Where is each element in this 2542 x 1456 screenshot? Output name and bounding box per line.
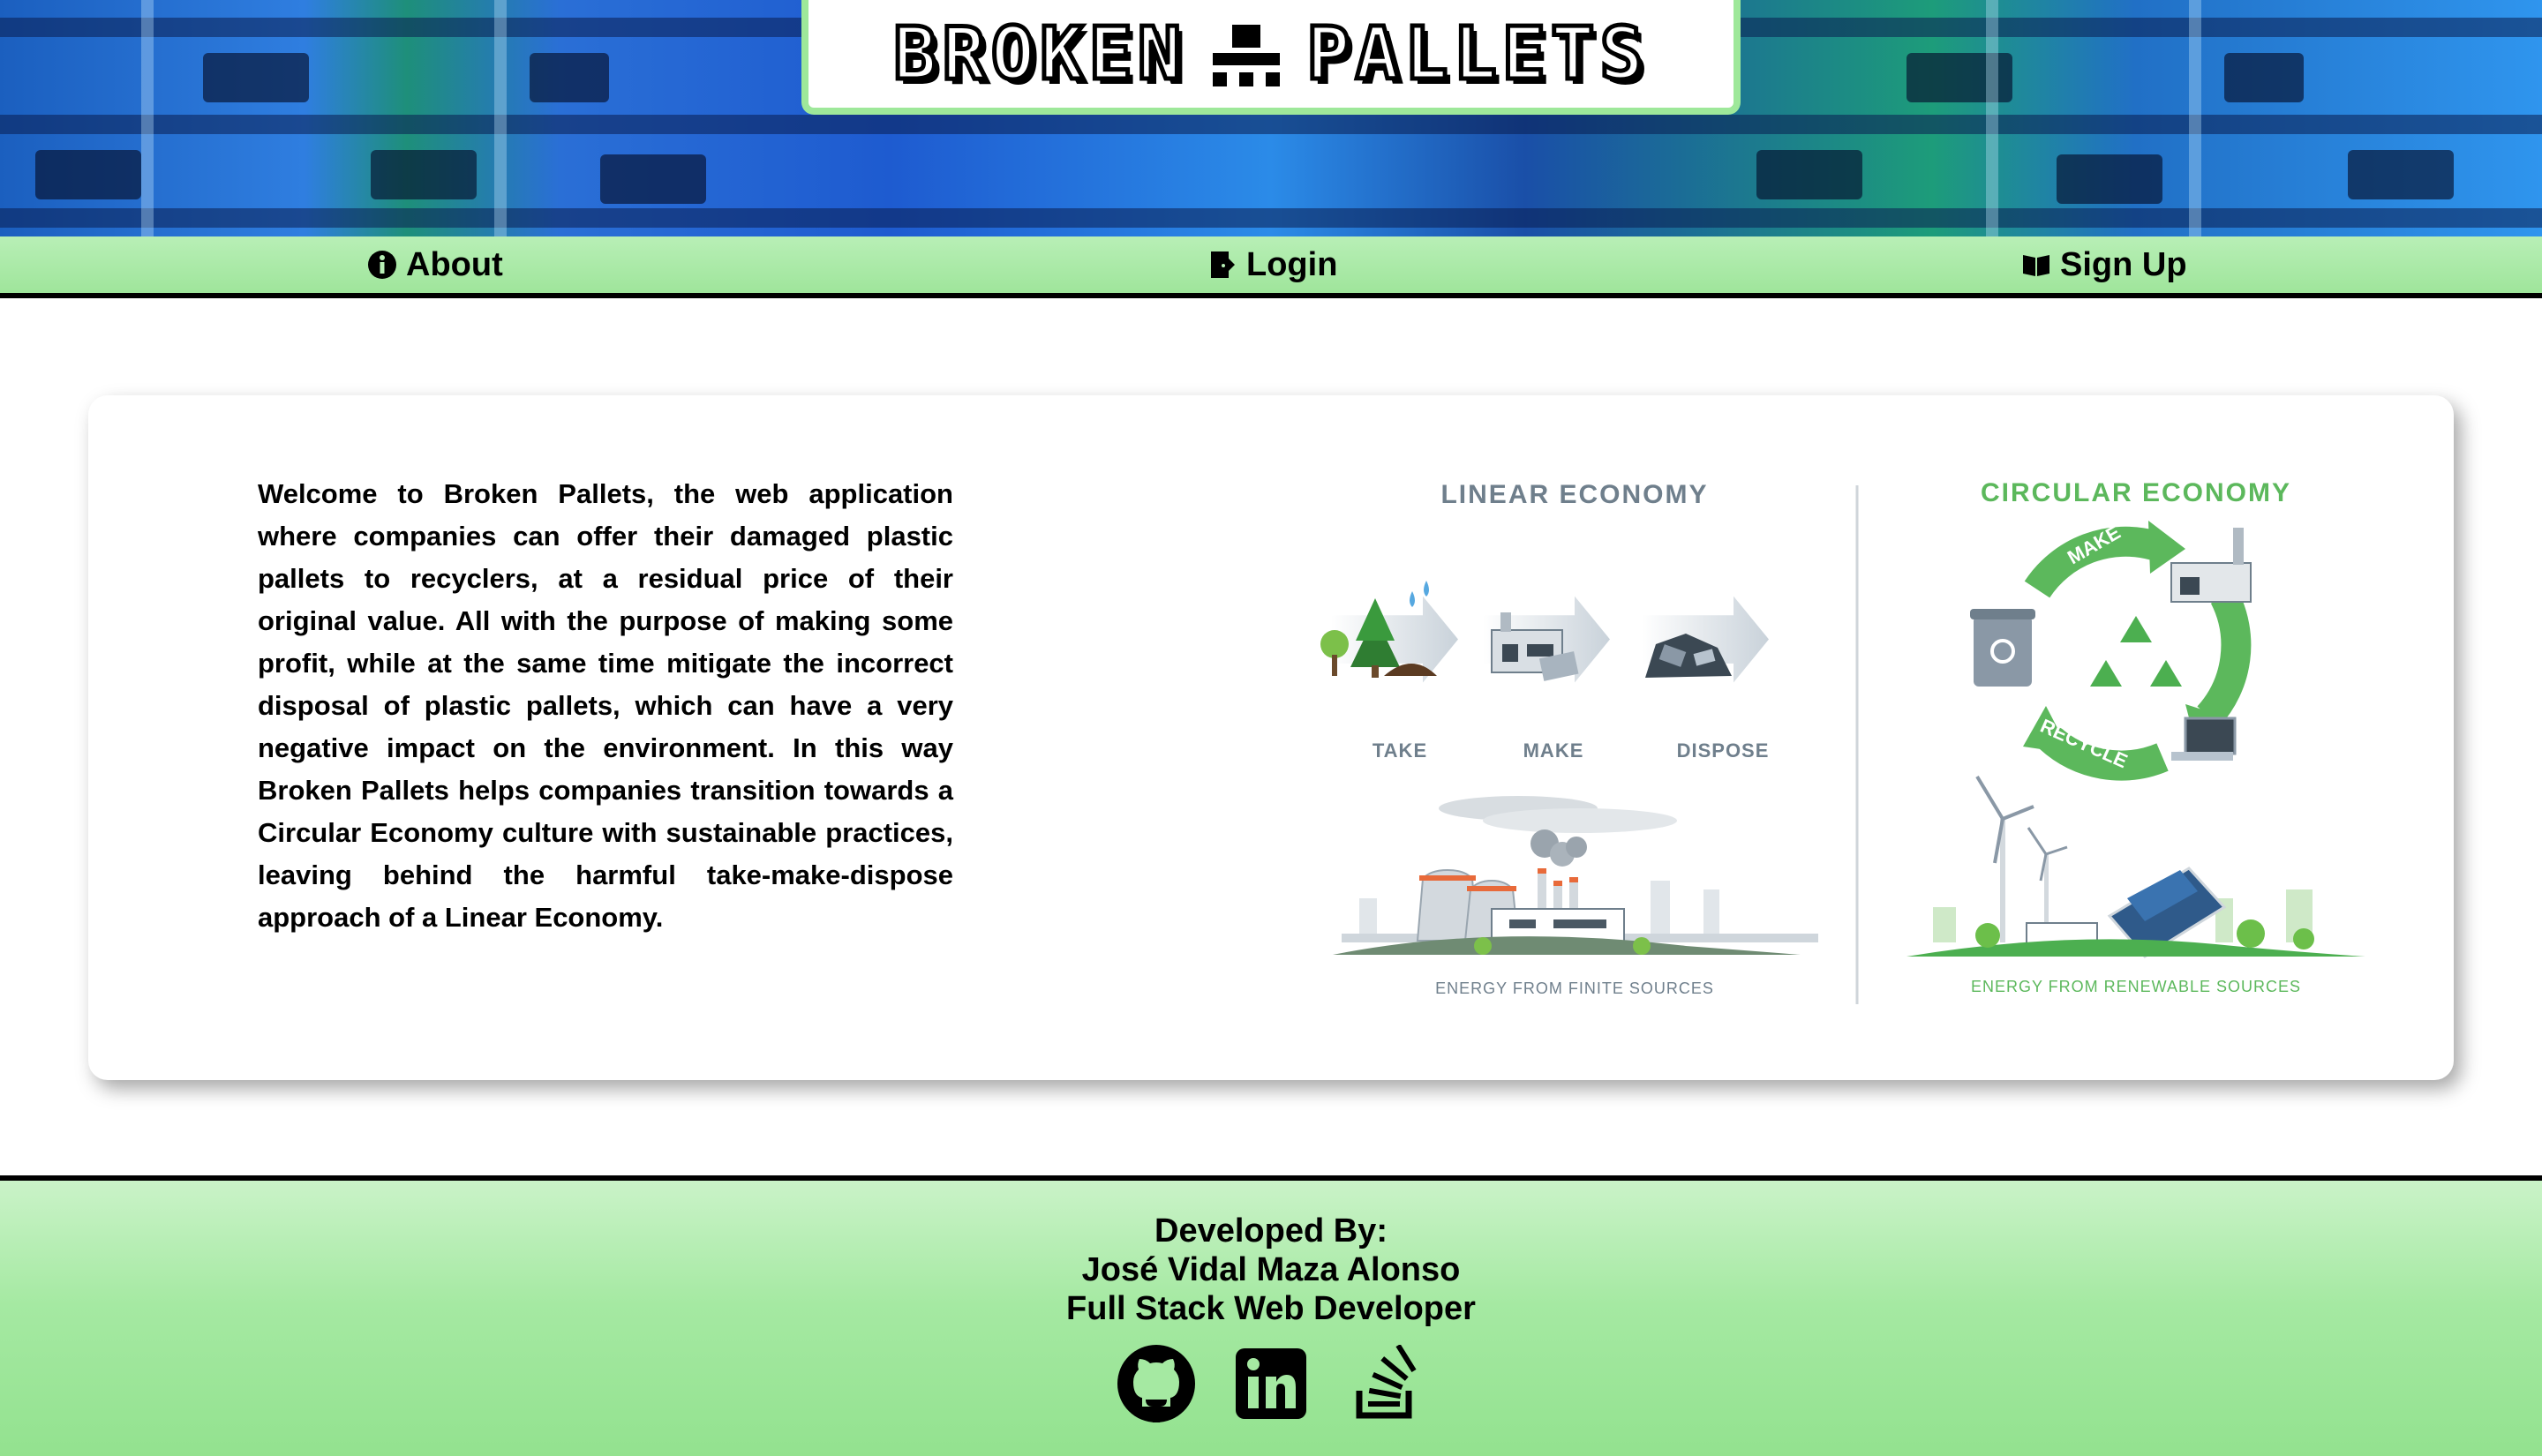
power-plant-illustration bbox=[1333, 796, 1818, 955]
nav-about-label: About bbox=[406, 245, 503, 283]
stackoverflow-icon[interactable] bbox=[1347, 1343, 1425, 1422]
linear-step-dispose: DISPOSE bbox=[1677, 739, 1770, 762]
renewable-energy-illustration bbox=[1906, 775, 2365, 958]
brand-word-left: BROKEN bbox=[891, 10, 1187, 98]
linear-step-take: TAKE bbox=[1373, 739, 1427, 762]
factory-icon bbox=[2170, 528, 2252, 603]
pallet-icon bbox=[1209, 22, 1283, 86]
circular-economy-title: CIRCULAR ECONOMY bbox=[1981, 478, 2291, 507]
github-icon[interactable] bbox=[1117, 1345, 1195, 1422]
nav-about[interactable]: About bbox=[367, 245, 503, 284]
nav-login-label: Login bbox=[1246, 245, 1338, 283]
trash-bin-icon bbox=[1970, 609, 2035, 687]
linkedin-icon[interactable] bbox=[1232, 1345, 1310, 1422]
developer-name: José Vidal Maza Alonso bbox=[1081, 1251, 1461, 1288]
intro-card: Welcome to Broken Pallets, the web appli… bbox=[88, 395, 2454, 1080]
circular-caption: ENERGY FROM RENEWABLE SOURCES bbox=[1971, 978, 2301, 995]
nav-signup[interactable]: Sign Up bbox=[2021, 245, 2187, 284]
brand-word-right: PALLETS bbox=[1305, 10, 1649, 98]
circular-step-use: USE bbox=[2255, 657, 2277, 696]
nav-login[interactable]: Login bbox=[1207, 245, 1337, 284]
devices-icon bbox=[2171, 717, 2237, 761]
recycle-symbol-icon bbox=[2090, 616, 2182, 687]
developer-role: Full Stack Web Developer bbox=[1066, 1290, 1476, 1327]
logo[interactable]: BROKEN PALLETS bbox=[801, 0, 1741, 115]
book-open-icon bbox=[2021, 250, 2051, 280]
linear-economy-title: LINEAR ECONOMY bbox=[1440, 480, 1708, 509]
info-icon bbox=[367, 250, 397, 280]
developed-by-label: Developed By: bbox=[1154, 1212, 1388, 1250]
intro-text: Welcome to Broken Pallets, the web appli… bbox=[258, 478, 953, 933]
brand-name: BROKEN PALLETS bbox=[891, 10, 1649, 98]
footer: Developed By: José Vidal Maza Alonso Ful… bbox=[0, 1175, 2542, 1456]
main-nav: About Login Sign Up bbox=[0, 236, 2542, 298]
linear-step-make: MAKE bbox=[1523, 739, 1584, 762]
economy-infographic: LINEAR ECONOMY TAKE MAKE DISPOSE ENERGY … bbox=[1320, 478, 2365, 1004]
nav-signup-label: Sign Up bbox=[2060, 245, 2187, 283]
recycle-cycle-diagram: MAKE USE RECYCLE bbox=[1970, 521, 2277, 781]
door-login-icon bbox=[1207, 250, 1237, 280]
linear-caption: ENERGY FROM FINITE SOURCES bbox=[1435, 979, 1714, 997]
header-banner: BROKEN PALLETS bbox=[0, 0, 2542, 236]
